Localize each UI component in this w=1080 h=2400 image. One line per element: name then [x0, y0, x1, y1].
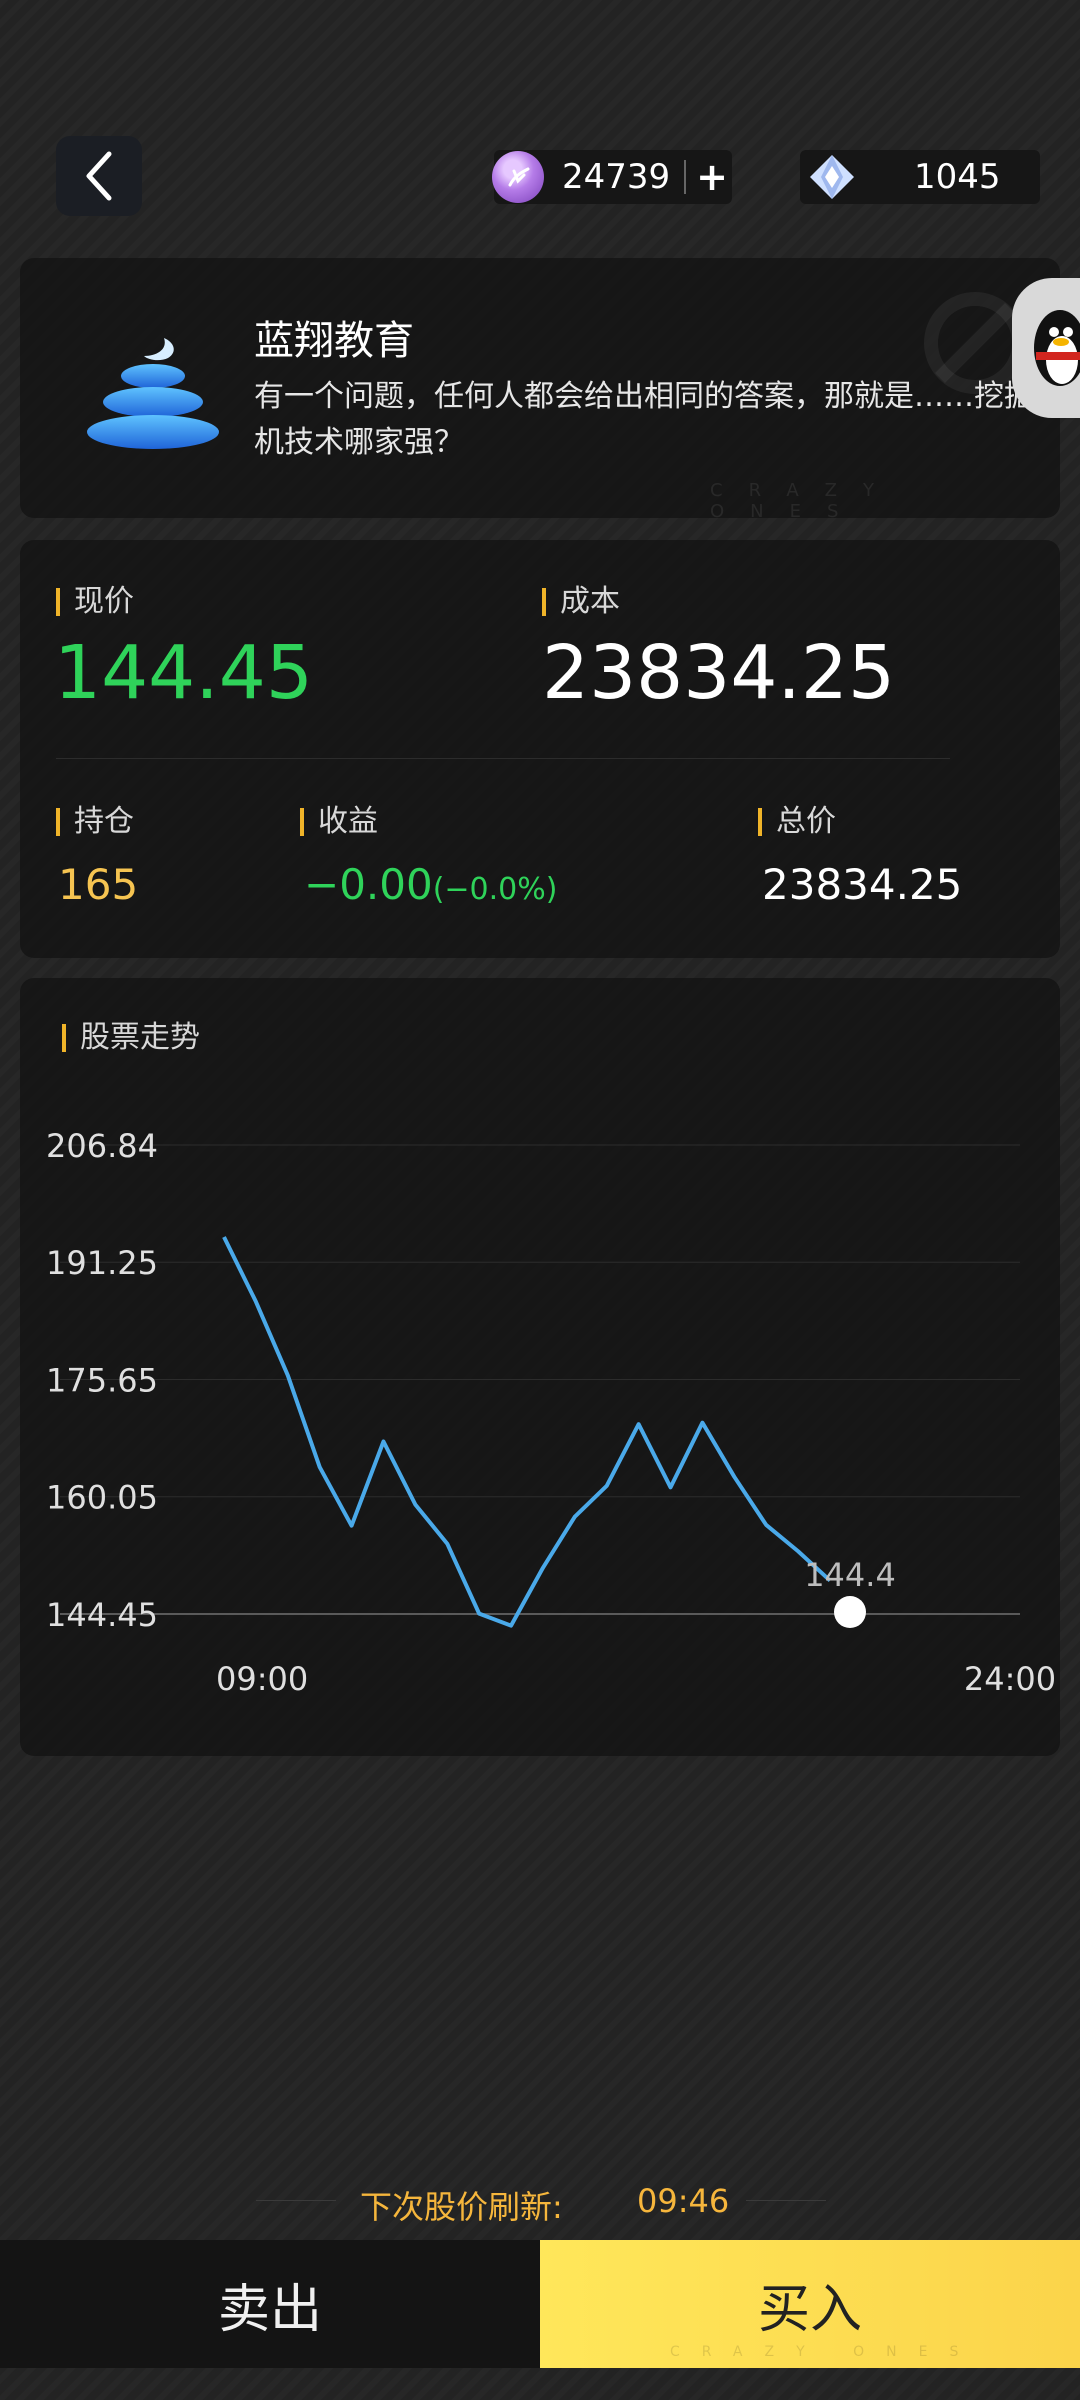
profit-percent: (−0.0%) [432, 872, 558, 907]
sell-button[interactable]: 卖出 [0, 2240, 540, 2368]
profit-label: 收益 [300, 807, 378, 837]
add-coins-button[interactable]: + [684, 158, 728, 196]
holding-value: 165 [58, 860, 139, 909]
chevron-left-icon [86, 151, 112, 201]
coin-balance: 24739 + [492, 150, 732, 204]
y-tick-label: 191.25 [46, 1244, 158, 1282]
refresh-time: 09:46 [637, 2182, 730, 2220]
company-card: 蓝翔教育 有一个问题，任何人都会给出相同的答案，那就是……挖掘机技术哪家强？ C… [20, 258, 1060, 518]
qq-penguin-icon[interactable] [1012, 278, 1080, 418]
diamond-icon [806, 151, 858, 203]
y-tick-label: 160.05 [46, 1479, 158, 1517]
holding-label: 持仓 [56, 807, 134, 837]
total-value: 23834.25 [762, 860, 963, 909]
cost-value: 23834.25 [542, 630, 896, 716]
gem-amount: 1045 [914, 157, 1001, 197]
chart-card: 股票走势 206.84 191.25 175.65 160.05 144.45 09:00… [20, 978, 1060, 1756]
profit-amount: −0.00 [304, 860, 433, 909]
profit-value: −0.00(−0.0%) [304, 860, 557, 909]
last-value-label: 144.4 [804, 1556, 896, 1594]
company-logo-icon [87, 338, 219, 449]
y-tick-label: 175.65 [46, 1361, 158, 1399]
x-tick-label: 09:00 [216, 1660, 308, 1698]
current-price: 144.45 [54, 630, 313, 716]
price-line [222, 1236, 832, 1628]
refresh-info: 下次股价刷新: 09:46 [0, 2168, 1080, 2232]
price-label: 现价 [56, 587, 134, 617]
action-bar: 卖出 买入 CRAZY ONES [0, 2240, 1080, 2368]
watermark-text: CRAZY ONES [710, 480, 900, 518]
cost-label: 成本 [542, 587, 620, 617]
divider [56, 758, 950, 759]
quote-card: 现价 144.45 成本 23834.25 持仓 165 收益 −0.00(−0… [20, 540, 1060, 958]
decor-pattern [950, 550, 1060, 950]
coin-icon [492, 151, 544, 203]
buy-watermark: CRAZY ONES [670, 2344, 981, 2360]
total-label: 总价 [758, 807, 836, 837]
y-tick-label: 144.45 [46, 1596, 158, 1634]
y-tick-label: 206.84 [46, 1127, 158, 1165]
refresh-label: 下次股价刷新: [360, 2188, 563, 2226]
top-bar: 24739 + 1045 [0, 0, 1080, 240]
divider-left [256, 2200, 336, 2201]
stock-chart: 206.84 191.25 175.65 160.05 144.45 09:00 24:00… [46, 1127, 1056, 1698]
divider-right [746, 2200, 826, 2201]
gem-balance: 1045 [800, 150, 1040, 204]
company-name: 蓝翔教育 [254, 318, 414, 364]
coin-amount: 24739 [562, 157, 671, 197]
x-tick-label: 24:00 [964, 1660, 1056, 1698]
current-price-dot [834, 1596, 866, 1628]
back-button[interactable] [56, 136, 142, 216]
